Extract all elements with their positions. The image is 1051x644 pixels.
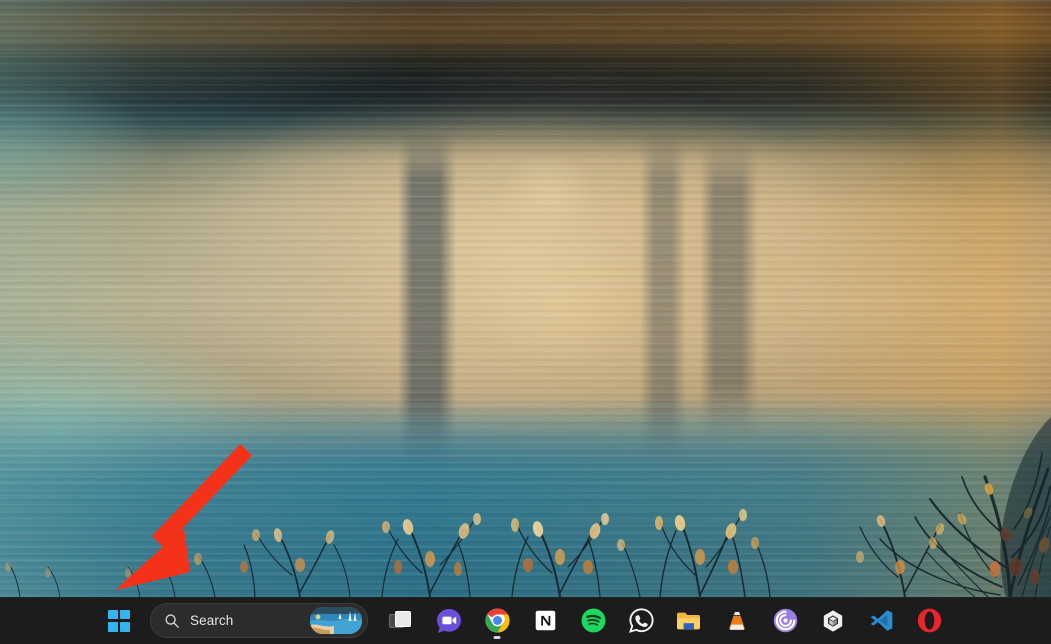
vlc-cone-icon [724,608,750,634]
taskbar-item-vscode[interactable] [861,601,901,641]
start-button[interactable] [99,601,139,641]
branch-buds [5,483,1050,585]
taskbar-item-vlc[interactable] [717,601,757,641]
search-icon [164,613,180,629]
folder-icon [676,608,702,634]
taskbar-item-task-view[interactable] [381,601,421,641]
desktop-wallpaper [0,0,1051,597]
running-indicator [493,635,501,639]
taskbar-item-whatsapp[interactable] [621,601,661,641]
taskbar-item-chrome[interactable] [477,601,517,641]
whatsapp-icon [628,608,654,634]
task-view-icon [388,608,414,634]
bittorrent-icon [772,608,798,634]
vscode-icon [868,608,894,634]
right-bush-mass [1000,417,1051,597]
wallpaper-foreground-branches [5,417,1051,597]
taskbar-item-bittorrent[interactable] [765,601,805,641]
search-placeholder: Search [190,613,234,628]
chrome-icon [484,608,510,634]
taskbar: Search [0,597,1051,644]
taskbar-item-notion[interactable] [525,601,565,641]
taskbar-item-opera[interactable] [909,601,949,641]
meet-video-icon [436,608,462,634]
search-box[interactable]: Search [150,603,368,638]
taskbar-item-spotify[interactable] [573,601,613,641]
desktop-screen: Search [0,0,1051,644]
bing-daily-image-thumbnail[interactable] [310,607,362,634]
taskbar-item-blender[interactable] [813,601,853,641]
cube-hex-icon [820,608,846,634]
spotify-icon [580,608,606,634]
windows-logo-icon [108,609,130,632]
taskbar-icon-row [377,601,953,641]
notion-icon [532,608,558,634]
taskbar-item-file-explorer[interactable] [669,601,709,641]
opera-icon [916,608,942,634]
taskbar-item-meet[interactable] [429,601,469,641]
